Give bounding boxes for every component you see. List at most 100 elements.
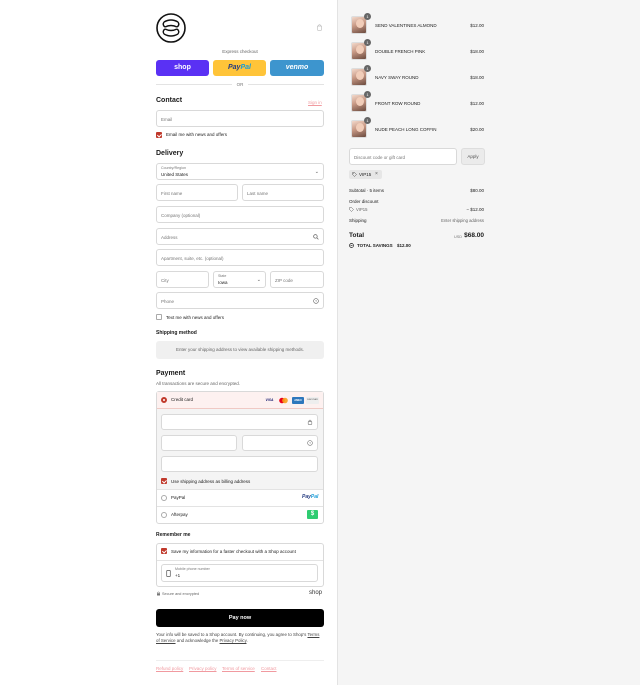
quantity-badge: 1 — [364, 117, 371, 124]
venmo-button[interactable]: venmo — [270, 60, 324, 76]
legal-period: . — [246, 638, 248, 643]
privacy-policy-footer-link[interactable]: Privacy policy — [189, 666, 217, 671]
order-discount-label: Order discount — [349, 199, 379, 204]
shipping-method-note: Enter your shipping address to view avai… — [156, 341, 324, 359]
sign-in-link[interactable]: Sign in — [308, 100, 322, 105]
card-number-field[interactable] — [161, 414, 318, 430]
security-code-field[interactable]: ? — [242, 435, 318, 451]
country-label: Country/Region — [161, 166, 186, 170]
email-news-checkbox[interactable] — [156, 132, 162, 138]
paypal-radio[interactable] — [161, 495, 167, 501]
product-photo-face — [356, 45, 364, 54]
product-price: $12.00 — [470, 101, 484, 106]
help-icon[interactable]: ? — [313, 298, 319, 306]
footer-divider — [156, 660, 324, 661]
billing-address-checkbox[interactable] — [161, 478, 167, 484]
company-field[interactable]: Company (optional) — [156, 206, 324, 223]
credit-card-radio[interactable] — [161, 397, 167, 403]
discover-text: DISCOVER — [307, 399, 318, 401]
afterpay-radio[interactable] — [161, 512, 167, 518]
product-price: $12.00 — [470, 23, 484, 28]
quantity-badge: 1 — [364, 39, 371, 46]
first-name-placeholder: First name — [161, 191, 183, 196]
discount-code-placeholder: Discount code or gift card — [354, 155, 406, 160]
pay-now-label: Pay now — [228, 615, 252, 621]
chevron-down-icon: ⌄ — [256, 277, 261, 283]
paypal-logo: PayPal — [302, 494, 318, 500]
cart-icon[interactable] — [316, 24, 323, 31]
or-divider-left — [156, 84, 232, 85]
apartment-field[interactable]: Apartment, suite, etc. (optional) — [156, 249, 324, 266]
quantity-badge: 1 — [364, 91, 371, 98]
shop-pay-button[interactable]: shop — [156, 60, 209, 76]
shop-pay-label: shop — [174, 64, 191, 71]
product-name: DOUBLE FRENCH PINK — [375, 49, 426, 54]
name-on-card-field[interactable] — [161, 456, 318, 472]
shipping-value: Enter shipping address — [441, 218, 484, 223]
discount-value: − $12.00 — [466, 207, 484, 212]
discount-code-field[interactable]: Discount code or gift card — [349, 148, 457, 165]
tag-icon — [352, 172, 357, 179]
text-news-checkbox[interactable] — [156, 314, 162, 320]
quantity-badge: 1 — [364, 13, 371, 20]
city-field[interactable]: City — [156, 271, 209, 288]
zip-placeholder: ZIP code — [275, 278, 293, 283]
legal-text: Your info will be saved to a Shop accoun… — [156, 632, 324, 644]
mobile-phone-icon — [166, 570, 171, 579]
product-name: NUDE PEACH LONG COFFIN — [375, 127, 437, 132]
first-name-field[interactable]: First name — [156, 184, 238, 201]
remember-me-heading: Remember me — [156, 532, 191, 538]
apply-discount-button[interactable]: Apply — [461, 148, 485, 165]
billing-address-label: Use shipping address as billing address — [171, 479, 251, 484]
last-name-field[interactable]: Last name — [242, 184, 324, 201]
email-placeholder: Email — [161, 117, 173, 122]
mobile-phone-value: +1 — [175, 573, 181, 578]
email-news-label: Email me with news and offers — [166, 132, 227, 137]
terms-of-service-footer-link[interactable]: Terms of service — [222, 666, 255, 671]
save-info-label: Save my information for a faster checkou… — [171, 549, 296, 554]
payment-heading: Payment — [156, 370, 186, 377]
paypal-option-label: PayPal — [171, 495, 186, 500]
phone-placeholder: Phone — [161, 299, 175, 304]
paypal-logo-pal: Pal — [310, 494, 319, 500]
lock-icon — [307, 419, 313, 427]
paypal-logo-pay: Pay — [302, 494, 311, 500]
shipping-note-text: Enter your shipping address to view avai… — [175, 347, 305, 352]
expiration-field[interactable] — [161, 435, 237, 451]
subtotal-value: $80.00 — [470, 188, 484, 193]
refund-policy-link[interactable]: Refund policy — [156, 666, 183, 671]
privacy-policy-link[interactable]: Privacy Policy — [220, 638, 247, 643]
credit-card-label: Credit card — [171, 397, 194, 402]
save-info-checkbox[interactable] — [161, 548, 167, 554]
contact-link[interactable]: Contact — [261, 666, 277, 671]
address-field[interactable]: Address — [156, 228, 324, 245]
email-field[interactable]: Email — [156, 110, 324, 127]
country-select[interactable]: Country/Region United States ⌄ — [156, 163, 324, 180]
legal-text-a: Your info will be saved to a Shop accoun… — [156, 632, 307, 637]
state-select[interactable]: State Iowa ⌄ — [213, 271, 266, 288]
savings-icon — [349, 243, 354, 250]
country-value: United States — [161, 172, 189, 177]
product-name: FRONT ROW ROUND — [375, 101, 421, 106]
zip-field[interactable]: ZIP code — [270, 271, 324, 288]
product-price: $18.00 — [470, 75, 484, 80]
payment-subtext: All transactions are secure and encrypte… — [156, 381, 241, 386]
address-placeholder: Address — [161, 235, 178, 240]
amex-text: AMEX — [294, 399, 302, 402]
phone-field[interactable]: Phone ? — [156, 292, 324, 309]
paypal-button[interactable]: PayPal — [213, 60, 266, 76]
help-icon[interactable]: ? — [307, 440, 313, 448]
store-logo[interactable] — [156, 13, 186, 43]
mobile-phone-label: Mobile phone number — [175, 567, 210, 571]
pay-now-button[interactable]: Pay now — [156, 609, 324, 627]
product-name: NAVY SWAY ROUND — [375, 75, 419, 80]
apply-label: Apply — [467, 154, 479, 159]
mobile-phone-field[interactable]: Mobile phone number +1 — [161, 564, 318, 582]
or-label: OR — [236, 82, 244, 87]
discover-icon: DISCOVER — [306, 397, 319, 404]
quantity-badge: 1 — [364, 65, 371, 72]
total-value: $68.00 — [464, 232, 484, 239]
apartment-placeholder: Apartment, suite, etc. (optional) — [161, 256, 224, 261]
remove-discount-icon[interactable]: × — [375, 171, 378, 177]
state-value: Iowa — [218, 280, 228, 285]
